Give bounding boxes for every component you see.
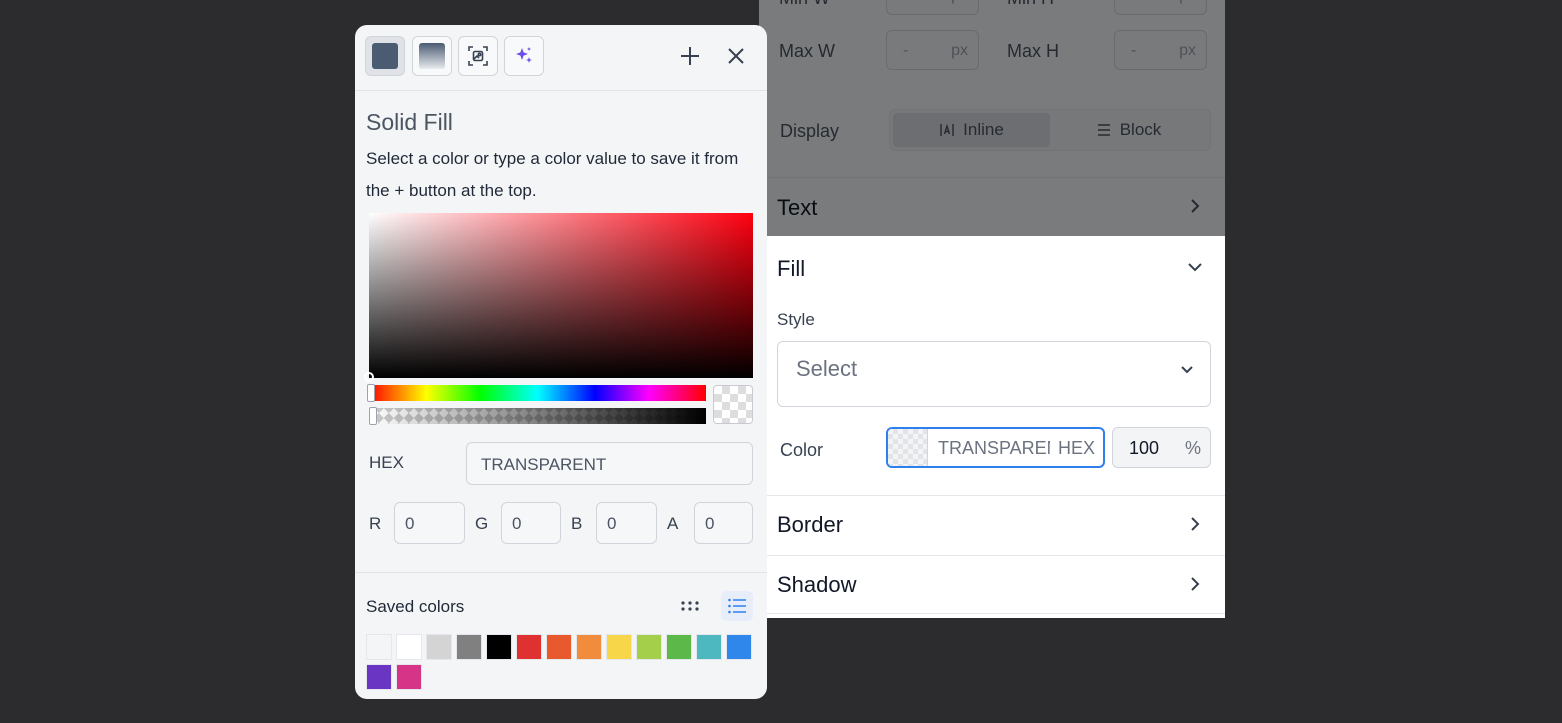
saved-color-swatch[interactable]: [366, 664, 392, 690]
g-label: G: [475, 514, 489, 533]
min-h-input[interactable]: - px: [1114, 0, 1207, 15]
display-toggle: Inline Block: [889, 109, 1211, 151]
image-fill-icon: [468, 46, 488, 66]
chevron-down-icon: [1188, 263, 1202, 272]
saved-color-swatch[interactable]: [516, 634, 542, 660]
a-input[interactable]: 0: [694, 502, 753, 544]
saved-color-swatch[interactable]: [666, 634, 692, 660]
saved-color-swatch[interactable]: [486, 634, 512, 660]
fill-section-header[interactable]: Fill: [759, 237, 1225, 295]
min-h-label: Min H: [1007, 0, 1054, 9]
ai-generate-button[interactable]: [504, 36, 544, 76]
ai-sparkle-icon: [516, 47, 532, 63]
text-section-header[interactable]: Text: [759, 177, 1225, 235]
color-label: Color: [780, 440, 824, 460]
saved-color-swatch[interactable]: [636, 634, 662, 660]
min-w-label: Min W: [779, 0, 830, 9]
list-icon: [728, 598, 746, 614]
max-w-input[interactable]: - px: [886, 30, 979, 70]
plus-icon: [681, 47, 699, 65]
color-swatch[interactable]: [888, 429, 928, 466]
saved-color-swatch[interactable]: [696, 634, 722, 660]
alpha-slider-thumb[interactable]: [369, 407, 377, 425]
hue-slider-thumb[interactable]: [367, 384, 375, 402]
max-h-label: Max H: [1007, 41, 1060, 61]
style-label: Style: [777, 310, 815, 329]
b-input[interactable]: 0: [596, 502, 657, 544]
saved-color-swatch[interactable]: [396, 664, 422, 690]
hex-label: HEX: [369, 453, 404, 472]
saved-colors-label: Saved colors: [366, 597, 465, 616]
saved-color-swatch[interactable]: [396, 634, 422, 660]
chevron-right-icon: [1191, 517, 1200, 531]
color-input[interactable]: TRANSPARENT HEX: [886, 427, 1105, 468]
r-input[interactable]: 0: [394, 502, 465, 544]
max-h-input[interactable]: - px: [1114, 30, 1207, 70]
chevron-right-icon: [1191, 199, 1200, 213]
block-icon: [1097, 124, 1110, 136]
saved-color-swatch[interactable]: [606, 634, 632, 660]
style-select[interactable]: Select: [777, 341, 1211, 407]
saved-color-swatch[interactable]: [456, 634, 482, 660]
alpha-slider[interactable]: [369, 408, 706, 424]
saved-color-swatch[interactable]: [426, 634, 452, 660]
picker-toolbar: [355, 25, 767, 91]
chevron-down-icon: [1181, 366, 1193, 374]
divider: [759, 613, 1225, 614]
chevron-right-icon: [1191, 577, 1200, 591]
color-picker-popover: Solid Fill Select a color or type a colo…: [355, 25, 767, 699]
saved-color-swatch[interactable]: [576, 634, 602, 660]
saved-color-swatch[interactable]: [546, 634, 572, 660]
divider: [355, 572, 767, 573]
layout-section: Min W - px Min H - px Max W - px Max H -…: [759, 0, 1225, 236]
saved-color-swatch[interactable]: [726, 634, 752, 660]
opacity-input[interactable]: 100 %: [1112, 427, 1211, 468]
close-button[interactable]: [721, 41, 751, 71]
properties-panel: Min W - px Min H - px Max W - px Max H -…: [759, 0, 1225, 618]
add-color-button[interactable]: [675, 41, 705, 71]
grid-view-button[interactable]: [674, 591, 706, 621]
saturation-value-area[interactable]: [369, 213, 753, 378]
solid-fill-icon: [372, 43, 398, 69]
color-format-label: HEX: [1057, 438, 1095, 458]
saturation-handle[interactable]: [364, 372, 374, 382]
display-block-button[interactable]: Block: [1050, 113, 1207, 147]
picker-description: Select a color or type a color value to …: [366, 149, 739, 200]
display-inline-button[interactable]: Inline: [893, 113, 1050, 147]
saved-colors-grid: [366, 634, 756, 690]
display-label: Display: [780, 121, 840, 141]
a-label: A: [667, 514, 679, 533]
color-preview: [713, 385, 753, 424]
max-w-label: Max W: [779, 41, 835, 61]
saved-color-swatch[interactable]: [366, 634, 392, 660]
solid-fill-button[interactable]: [365, 36, 405, 76]
grid-dots-icon: [681, 601, 699, 611]
gradient-fill-icon: [419, 43, 445, 69]
close-icon: [728, 48, 744, 64]
r-label: R: [369, 514, 382, 533]
hue-slider[interactable]: [369, 385, 706, 401]
hex-input[interactable]: TRANSPARENT: [466, 442, 753, 485]
list-view-button[interactable]: [721, 591, 753, 621]
inline-icon: [940, 123, 954, 136]
picker-title: Solid Fill: [366, 109, 453, 135]
g-input[interactable]: 0: [501, 502, 561, 544]
shadow-section-header[interactable]: Shadow: [759, 555, 1225, 613]
b-label: B: [571, 514, 583, 533]
min-w-input[interactable]: - px: [886, 0, 979, 15]
border-section-header[interactable]: Border: [759, 495, 1225, 553]
image-fill-button[interactable]: [458, 36, 498, 76]
gradient-fill-button[interactable]: [412, 36, 452, 76]
